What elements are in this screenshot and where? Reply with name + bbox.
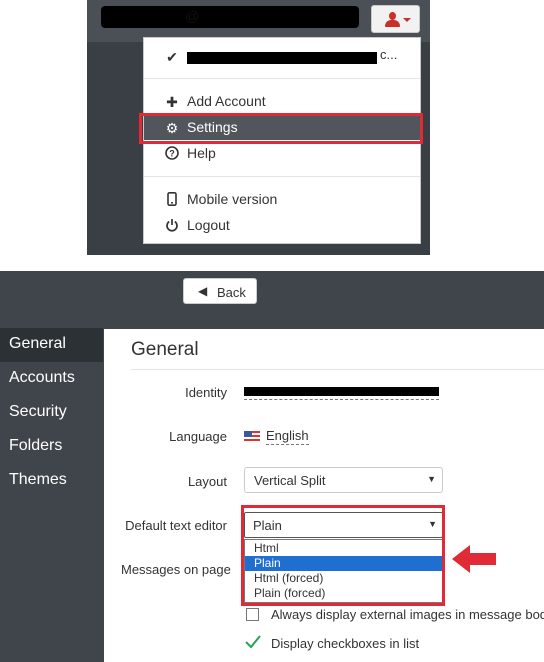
- plus-icon: ✚: [166, 94, 178, 110]
- sidebar-item-accounts[interactable]: Accounts: [0, 362, 103, 396]
- account-at-sign: @: [185, 8, 200, 24]
- settings-content: General Identity Language English Layout…: [104, 329, 544, 662]
- user-icon: [384, 12, 400, 28]
- power-icon: [164, 218, 180, 234]
- identity-label: Identity: [185, 385, 227, 400]
- back-label: Back: [217, 285, 246, 300]
- sidebar-item-label: General: [9, 335, 66, 352]
- layout-select-value: Vertical Split: [254, 473, 326, 488]
- add-account-item[interactable]: ✚ Add Account: [144, 90, 420, 114]
- editor-highlight-box: [241, 505, 445, 606]
- chevron-down-icon: ▼: [427, 474, 436, 484]
- question-icon: ?: [164, 146, 180, 162]
- mobile-icon: [164, 192, 180, 208]
- sidebar-item-label: Folders: [9, 437, 63, 454]
- page-title: General: [131, 339, 199, 360]
- red-arrow-icon: [452, 545, 496, 573]
- external-images-label: Always display external images in messag…: [271, 607, 544, 622]
- logout-item[interactable]: Logout: [144, 214, 420, 238]
- identity-value-redacted[interactable]: [244, 384, 439, 400]
- logout-label: Logout: [187, 217, 230, 233]
- account-email-suffix: c...: [380, 47, 398, 62]
- us-flag-icon: [244, 431, 260, 442]
- caret-down-icon: [403, 18, 411, 22]
- checkmark-icon: ✔: [166, 49, 178, 65]
- help-label: Help: [187, 145, 216, 161]
- mobile-version-label: Mobile version: [187, 191, 278, 207]
- sidebar-item-general[interactable]: General: [0, 328, 103, 362]
- settings-highlight-box: [139, 113, 423, 144]
- messages-on-page-label: Messages on page: [121, 562, 231, 577]
- checkmark-icon[interactable]: [244, 633, 262, 651]
- sidebar-item-label: Accounts: [9, 369, 75, 386]
- menu-divider: [144, 176, 420, 177]
- title-divider: [131, 369, 544, 370]
- layout-label: Layout: [187, 474, 227, 489]
- language-label: Language: [169, 429, 227, 444]
- top-header: @: [87, 0, 430, 42]
- arrow-left-icon: ◀: [198, 284, 208, 298]
- current-account-item[interactable]: ✔ c...: [144, 45, 420, 69]
- sidebar-item-folders[interactable]: Folders: [0, 430, 103, 464]
- layout-select[interactable]: Vertical Split ▼: [244, 467, 443, 493]
- mobile-version-item[interactable]: Mobile version: [144, 188, 420, 212]
- external-images-checkbox[interactable]: [246, 608, 259, 621]
- add-account-label: Add Account: [187, 93, 266, 109]
- editor-label: Default text editor: [125, 518, 227, 533]
- language-value[interactable]: English: [266, 428, 309, 445]
- account-email-redacted[interactable]: @: [101, 6, 359, 28]
- sidebar-item-label: Themes: [9, 471, 67, 488]
- sidebar-item-security[interactable]: Security: [0, 396, 103, 430]
- display-checkboxes-label: Display checkboxes in list: [271, 636, 420, 651]
- menu-divider: [144, 78, 420, 79]
- back-button[interactable]: ◀ Back: [183, 278, 257, 304]
- account-email-redacted: [187, 52, 377, 64]
- svg-text:?: ?: [169, 149, 175, 159]
- help-item[interactable]: ? Help: [144, 142, 420, 166]
- sidebar-item-themes[interactable]: Themes: [0, 464, 103, 498]
- sidebar-item-label: Security: [9, 403, 67, 420]
- user-menu-button[interactable]: [371, 5, 420, 33]
